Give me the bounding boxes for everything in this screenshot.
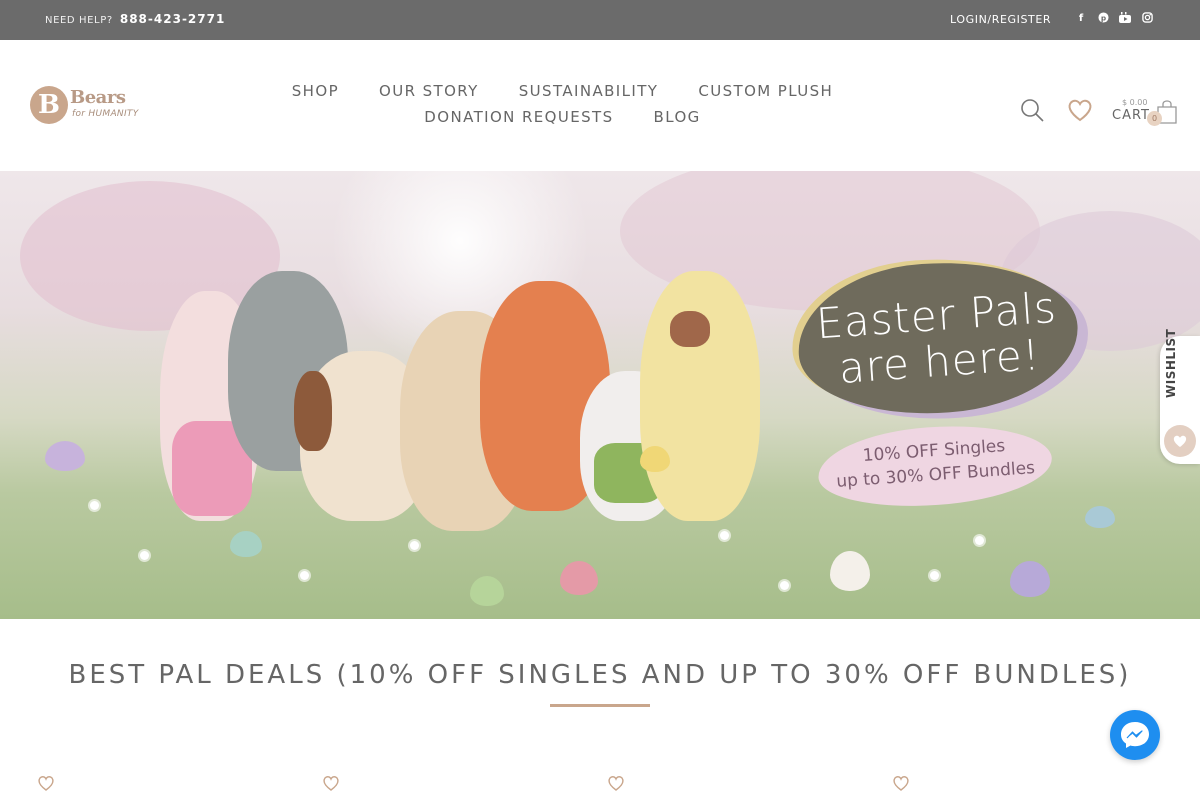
site-header: B Bears for HUMANITY SHOP OUR STORY SUST… [0, 40, 1200, 171]
easter-egg [1085, 506, 1115, 528]
social-links: f p [1074, 12, 1154, 26]
messenger-chat-button[interactable] [1110, 710, 1160, 760]
nav-sustainability[interactable]: SUSTAINABILITY [519, 82, 659, 108]
messenger-icon [1121, 722, 1149, 748]
easter-egg [830, 551, 870, 591]
easter-egg [470, 576, 504, 606]
easter-egg [560, 561, 598, 595]
main-nav: SHOP OUR STORY SUSTAINABILITY CUSTOM PLU… [290, 82, 835, 134]
help-contact: NEED HELP? 888-423-2771 [45, 12, 225, 26]
puppy-ear [294, 371, 332, 451]
product-wishlist-heart-icon[interactable] [892, 775, 910, 791]
nav-custom-plush[interactable]: CUSTOM PLUSH [698, 82, 833, 108]
facebook-icon[interactable]: f [1074, 12, 1088, 26]
hero-banner[interactable]: Easter Pals are here! 10% OFF Singles up… [0, 171, 1200, 619]
product-wishlist-heart-icon[interactable] [37, 775, 55, 791]
nav-donation-requests[interactable]: DONATION REQUESTS [424, 108, 613, 134]
search-icon[interactable] [1020, 98, 1044, 122]
wishlist-side-tab[interactable]: WISHLIST [1160, 329, 1200, 464]
easter-egg [1010, 561, 1050, 597]
daisy [975, 536, 984, 545]
daisy [720, 531, 729, 540]
daisy [300, 571, 309, 580]
promo-badge: 10% OFF Singles up to 30% OFF Bundles [815, 418, 1055, 514]
easter-egg [640, 446, 670, 472]
deals-section-title: BEST PAL DEALS (10% OFF SINGLES AND UP T… [68, 660, 1132, 690]
wishlist-heart-icon[interactable] [1067, 98, 1093, 122]
pinterest-icon[interactable]: p [1096, 12, 1110, 26]
nav-our-story[interactable]: OUR STORY [379, 82, 479, 108]
product-wishlist-heart-icon[interactable] [322, 775, 340, 791]
daisy [930, 571, 939, 580]
product-wishlist-heart-icon[interactable] [607, 775, 625, 791]
phone-link[interactable]: 888-423-2771 [120, 12, 225, 26]
instagram-icon[interactable] [1140, 12, 1154, 26]
youtube-icon[interactable] [1118, 12, 1132, 26]
daisy [90, 501, 99, 510]
logo-subtitle: for HUMANITY [72, 109, 139, 119]
cart-label: CART [1112, 108, 1150, 123]
top-bar: NEED HELP? 888-423-2771 LOGIN/REGISTER f… [0, 0, 1200, 40]
daisy [780, 581, 789, 590]
site-logo[interactable]: B Bears for HUMANITY [30, 86, 150, 126]
giraffe-spot [670, 311, 710, 347]
cart-button[interactable]: $ 0.00 CART 0 [1112, 96, 1182, 130]
svg-text:p: p [1100, 13, 1105, 22]
wishlist-tab-label: WISHLIST [1164, 328, 1178, 398]
logo-brand: Bears [70, 87, 126, 108]
help-label: NEED HELP? [45, 15, 113, 26]
daisy [410, 541, 419, 550]
nav-blog[interactable]: BLOG [654, 108, 701, 134]
easter-egg [230, 531, 262, 557]
daisy [140, 551, 149, 560]
logo-mark: B [30, 86, 68, 124]
easter-egg [45, 441, 85, 471]
cart-count-badge: 0 [1147, 111, 1162, 126]
login-register-link[interactable]: LOGIN/REGISTER [950, 13, 1051, 26]
giraffe-plush [640, 271, 760, 521]
wishlist-tab-heart-icon [1164, 425, 1196, 457]
title-underline [550, 704, 650, 707]
cart-amount: $ 0.00 [1122, 98, 1148, 107]
nav-shop[interactable]: SHOP [292, 82, 339, 108]
